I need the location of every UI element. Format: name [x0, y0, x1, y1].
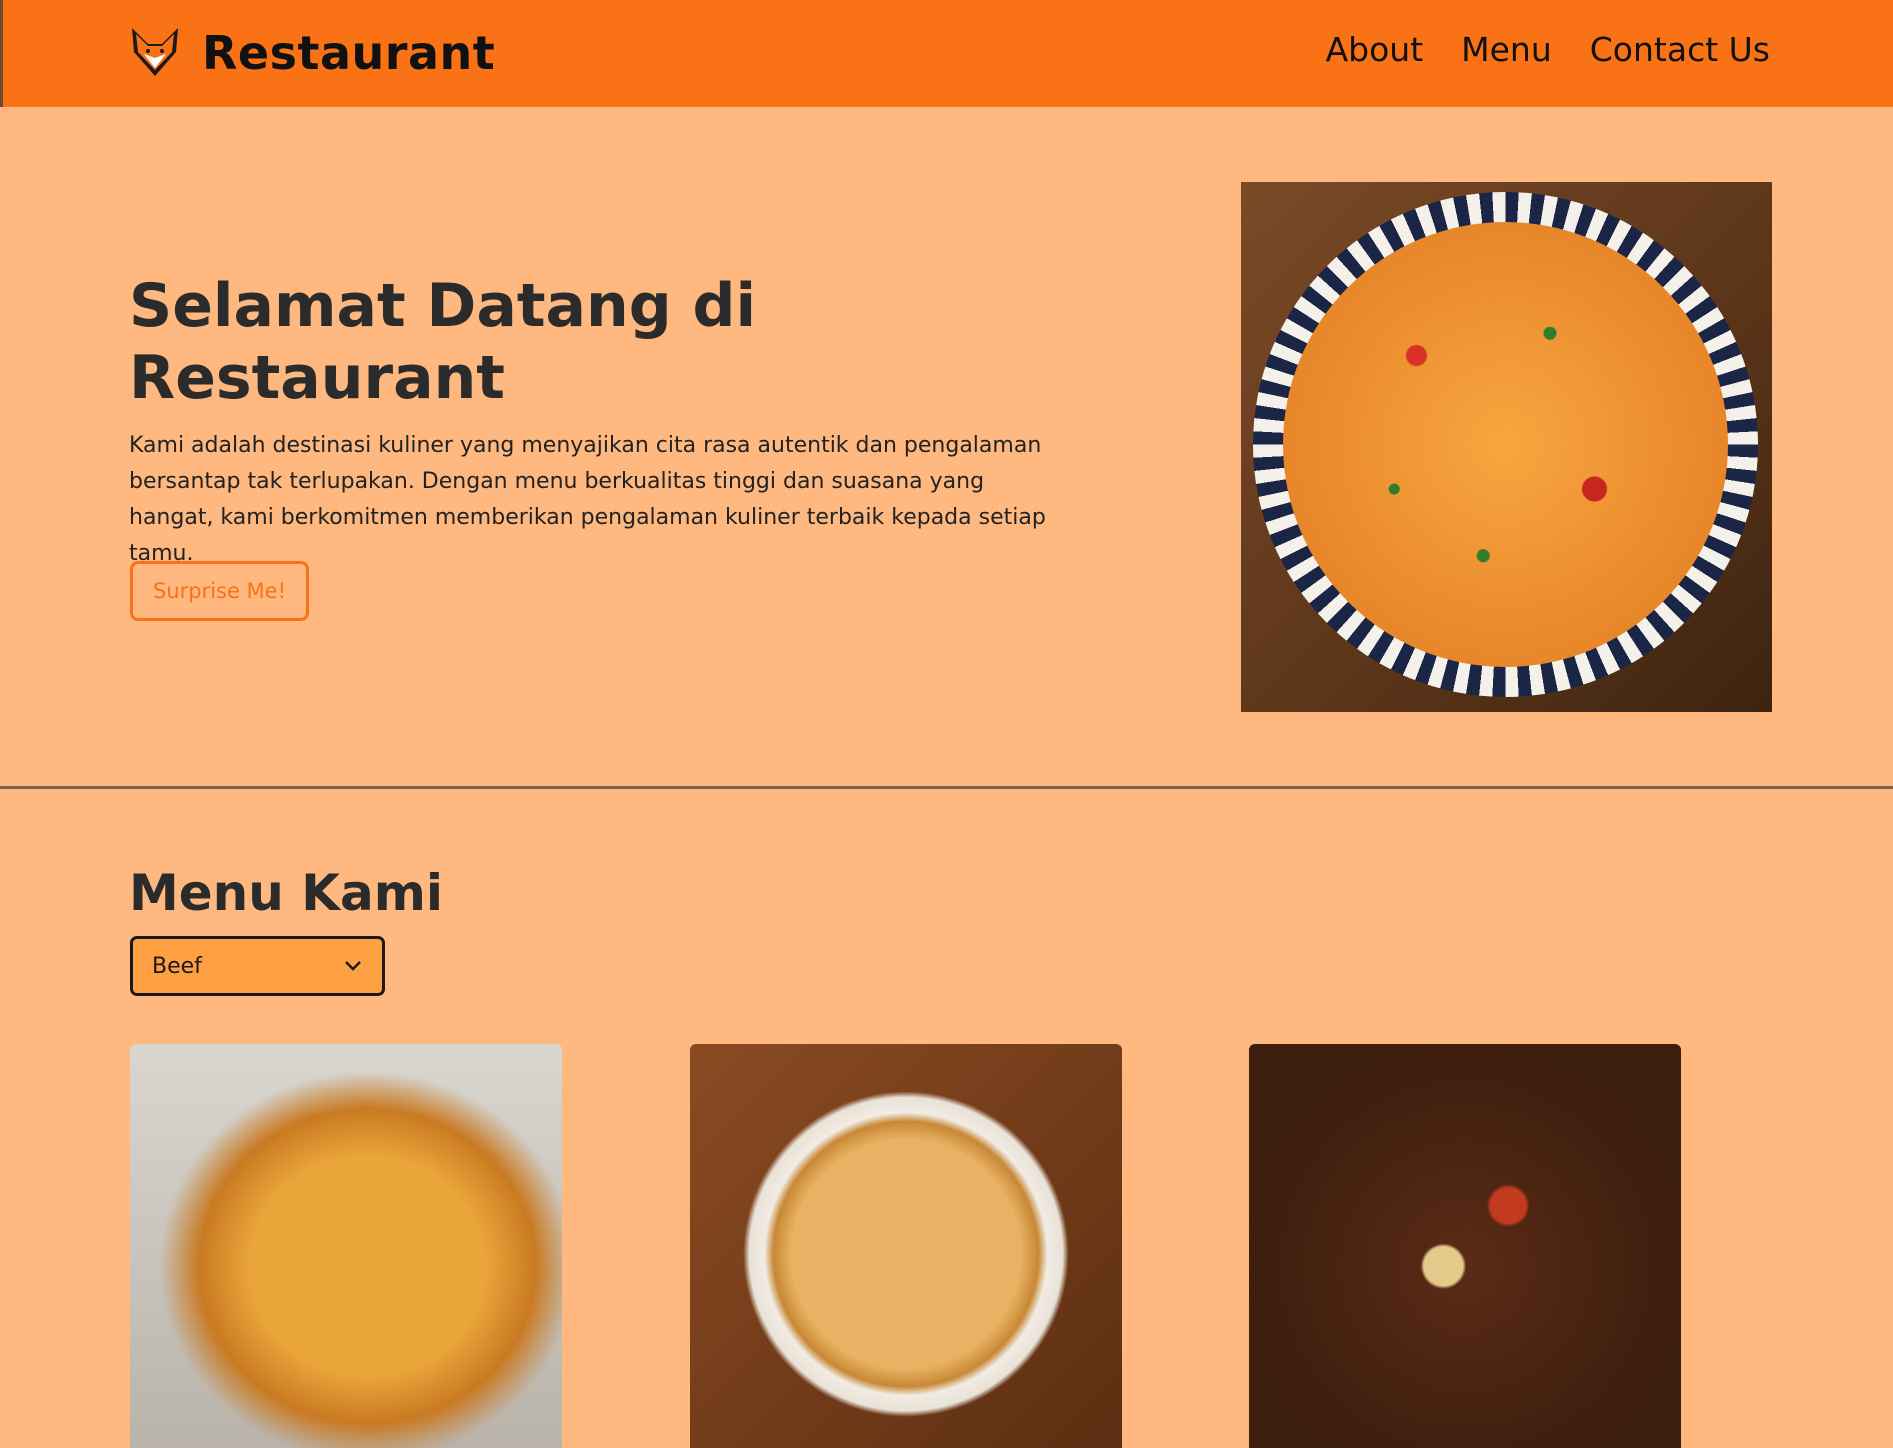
fox-logo-icon	[130, 24, 180, 82]
menu-card-beef-stew[interactable]	[1249, 1044, 1681, 1448]
nav-contact-link[interactable]: Contact Us	[1590, 30, 1770, 69]
main-nav: About Menu Contact Us	[1326, 30, 1770, 69]
nav-menu-link[interactable]: Menu	[1461, 30, 1552, 69]
menu-card-steak-pie[interactable]	[690, 1044, 1122, 1448]
brand[interactable]: Restaurant	[130, 18, 495, 88]
brand-name: Restaurant	[202, 26, 496, 80]
hero-description: Kami adalah destinasi kuliner yang menya…	[129, 433, 1046, 566]
hero-pasta-image	[1241, 182, 1772, 712]
category-select-value: Beef	[152, 953, 202, 979]
chevron-down-icon	[344, 957, 362, 976]
section-divider	[0, 786, 1893, 789]
pasta	[1283, 222, 1728, 667]
surprise-me-button[interactable]: Surprise Me!	[130, 561, 309, 621]
navbar: Restaurant About Menu Contact Us	[0, 0, 1893, 107]
hero-title: Selamat Datang di Restaurant	[129, 271, 757, 413]
nav-about-link[interactable]: About	[1326, 30, 1424, 69]
category-select[interactable]: Beef	[130, 936, 385, 996]
menu-title: Menu Kami	[129, 864, 443, 922]
menu-card-beef-pie[interactable]	[130, 1044, 562, 1448]
